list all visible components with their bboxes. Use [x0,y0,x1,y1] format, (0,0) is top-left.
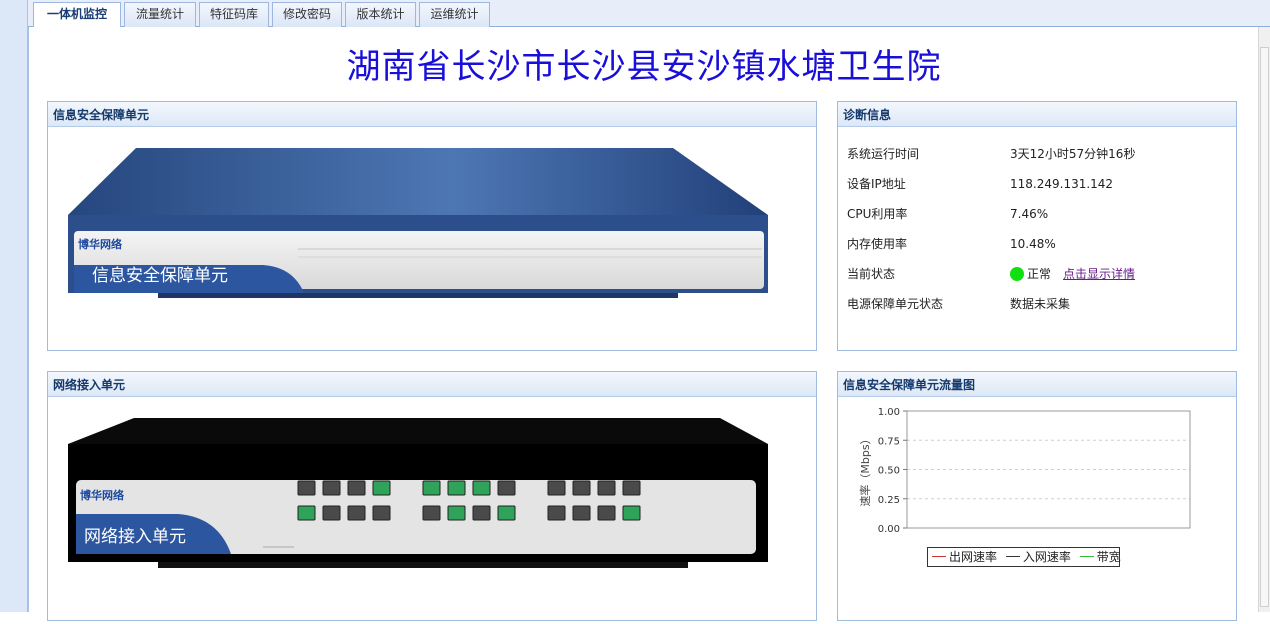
tab-monitor[interactable]: 一体机监控 [33,2,121,28]
scrollbar-thumb[interactable] [1260,47,1269,607]
traffic-chart-panel: 信息安全保障单元流量图 1.00 0.75 0.50 0.25 0.00 速率（Mbps… [837,371,1237,621]
legend-item-bandwidth: 带宽 [1096,550,1121,564]
diag-row-uptime: 系统运行时间 3天12小时57分钟16秒 [847,144,1227,164]
security-unit-panel: 信息安全保障单元 博华网络 信息安全保障单元 [47,101,817,351]
y-axis-ticks: 1.00 0.75 0.50 0.25 0.00 [878,407,907,535]
status-ok-icon [1010,267,1024,281]
ethernet-port [597,480,616,496]
left-sidebar-rail [0,0,28,612]
traffic-chart-panel-title: 信息安全保障单元流量图 [838,372,1236,397]
ethernet-port [497,480,516,496]
diag-label: 系统运行时间 [847,147,920,161]
y-axis-label: 速率（Mbps） [858,433,872,506]
y-tick-label: 0.00 [878,524,900,535]
ethernet-port [597,505,616,521]
diagnostics-panel: 诊断信息 系统运行时间 3天12小时57分钟16秒 设备IP地址 118.249… [837,101,1237,351]
chart-grid [907,439,1190,500]
ethernet-port [297,505,316,521]
page-title: 湖南省长沙市长沙县安沙镇水塘卫生院 [346,47,942,87]
tab-ops-stats[interactable]: 运维统计 [419,2,490,27]
diag-label: 内存使用率 [847,237,908,251]
ethernet-port [372,480,391,496]
legend-swatch-out [932,556,946,557]
ethernet-port [347,480,366,496]
chart-legend: 出网速率 入网速率 带宽 [927,547,1121,567]
tab-change-password[interactable]: 修改密码 [272,2,342,27]
brand-logo: 博华网络 [78,237,122,251]
legend-item-out: 出网速率 [949,550,998,564]
security-appliance-image: 博华网络 信息安全保障单元 [68,148,768,298]
ethernet-port [572,505,591,521]
legend-item-in: 入网速率 [1022,550,1071,564]
ethernet-port [472,505,491,521]
diag-value: 正常 点击显示详情 [1010,264,1135,284]
tab-traffic-stats[interactable]: 流量统计 [124,2,196,27]
diag-label: 当前状态 [847,267,896,281]
diag-value: 10.48% [1010,237,1056,251]
ethernet-port [322,505,341,521]
diag-row-power: 电源保障单元状态 数据未采集 [847,294,1227,314]
diag-value: 118.249.131.142 [1010,177,1114,191]
diag-value: 3天12小时57分钟16秒 [1010,147,1136,161]
ethernet-port [622,505,641,521]
ethernet-port [472,480,491,496]
ethernet-port [447,505,466,521]
ethernet-port [347,505,366,521]
ethernet-port [497,505,516,521]
ethernet-port [572,480,591,496]
security-unit-panel-title: 信息安全保障单元 [48,102,816,127]
ethernet-port [547,505,566,521]
ethernet-port [422,480,441,496]
diag-row-ip: 设备IP地址 118.249.131.142 [847,174,1227,194]
legend-swatch-in [1005,556,1020,557]
y-tick-label: 0.75 [878,436,900,447]
diag-label: 设备IP地址 [847,177,906,191]
diag-row-memory: 内存使用率 10.48% [847,234,1227,254]
network-device-label: 网络接入单元 [84,527,186,547]
diag-row-status: 当前状态 正常 点击显示详情 [847,264,1227,284]
traffic-line-chart: 1.000.750.500.250.00 速率（Mbps） 时间 [858,407,1191,563]
y-tick-label: 0.50 [878,466,900,477]
status-text: 正常 [1027,267,1052,281]
y-tick-label: 0.25 [878,495,900,506]
ethernet-port [422,505,441,521]
security-device-label: 信息安全保障单元 [92,266,228,286]
tab-signature-library[interactable]: 特征码库 [199,2,269,27]
ethernet-port [372,505,391,521]
ethernet-port [547,480,566,496]
tab-version-stats[interactable]: 版本统计 [345,2,416,27]
network-switch-image: 博华网络 网络接入单元 [68,418,768,568]
ethernet-port [447,480,466,496]
ethernet-port [297,480,316,496]
diag-row-cpu: CPU利用率 7.46% [847,204,1227,224]
diag-value: 7.46% [1010,207,1049,221]
legend-swatch-bandwidth [1079,556,1094,557]
vertical-scrollbar[interactable] [1258,27,1270,612]
diagnostics-panel-title: 诊断信息 [838,102,1236,127]
main-content: 湖南省长沙市长沙县安沙镇水塘卫生院 信息安全保障单元 博华网络 信息安全保障单元 [28,27,1258,621]
diag-label: 电源保障单元状态 [847,297,944,311]
brand-logo: 博华网络 [80,488,124,502]
network-unit-panel: 网络接入单元 博华网络 网络接入单元 [47,371,817,621]
diag-value: 数据未采集 [1010,297,1071,311]
y-tick-label: 1.00 [878,407,900,418]
ethernet-port [322,480,341,496]
show-details-link[interactable]: 点击显示详情 [1063,267,1135,281]
ethernet-port [622,480,641,496]
tab-bar: 一体机监控 流量统计 特征码库 修改密码 版本统计 运维统计 [28,0,1270,28]
diag-label: CPU利用率 [847,207,908,221]
network-unit-panel-title: 网络接入单元 [48,372,816,397]
